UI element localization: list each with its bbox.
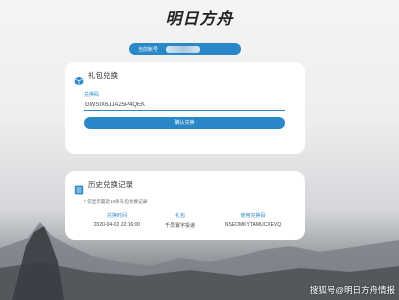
history-card-header: 历史兑换记录 <box>74 179 133 194</box>
history-card-title: 历史兑换记录 <box>88 180 133 189</box>
redeem-card-header: 礼包兑换 <box>74 70 118 85</box>
confirm-redeem-button[interactable]: 确认兑换 <box>84 117 285 129</box>
column-header-time: 兑换时间 <box>106 213 127 219</box>
column-header-code: 使用兑换码 <box>240 213 266 219</box>
redeem-code-input[interactable] <box>84 99 285 111</box>
app-logo: 明日方舟 <box>165 9 234 28</box>
redeem-code-label: 兑换码 <box>84 92 100 98</box>
current-account-pill: 当前账号 <box>129 43 241 55</box>
cell-gift: 千员寰宇投递 <box>164 223 195 229</box>
column-header-gift: 礼包 <box>174 213 185 219</box>
watermark-text: 搜狐号@明日方舟情报 <box>309 285 395 295</box>
history-note: * 仅显示最近10条礼包兑换记录 <box>84 199 148 204</box>
list-icon <box>74 180 84 194</box>
cell-time: 2020-04-02 22:16:00 <box>93 222 141 228</box>
gift-box-icon <box>74 71 84 85</box>
account-label: 当前账号 <box>138 46 159 53</box>
history-card: 历史兑换记录 * 仅显示最近10条礼包兑换记录 兑换时间 礼包 使用兑换码 20… <box>65 171 305 240</box>
redeem-card: 礼包兑换 兑换码 确认兑换 <box>65 62 305 154</box>
redeem-card-title: 礼包兑换 <box>88 71 118 80</box>
account-value-redacted <box>166 45 201 53</box>
cell-code: NSEOMKYTAMUCXEVQ <box>224 222 282 228</box>
